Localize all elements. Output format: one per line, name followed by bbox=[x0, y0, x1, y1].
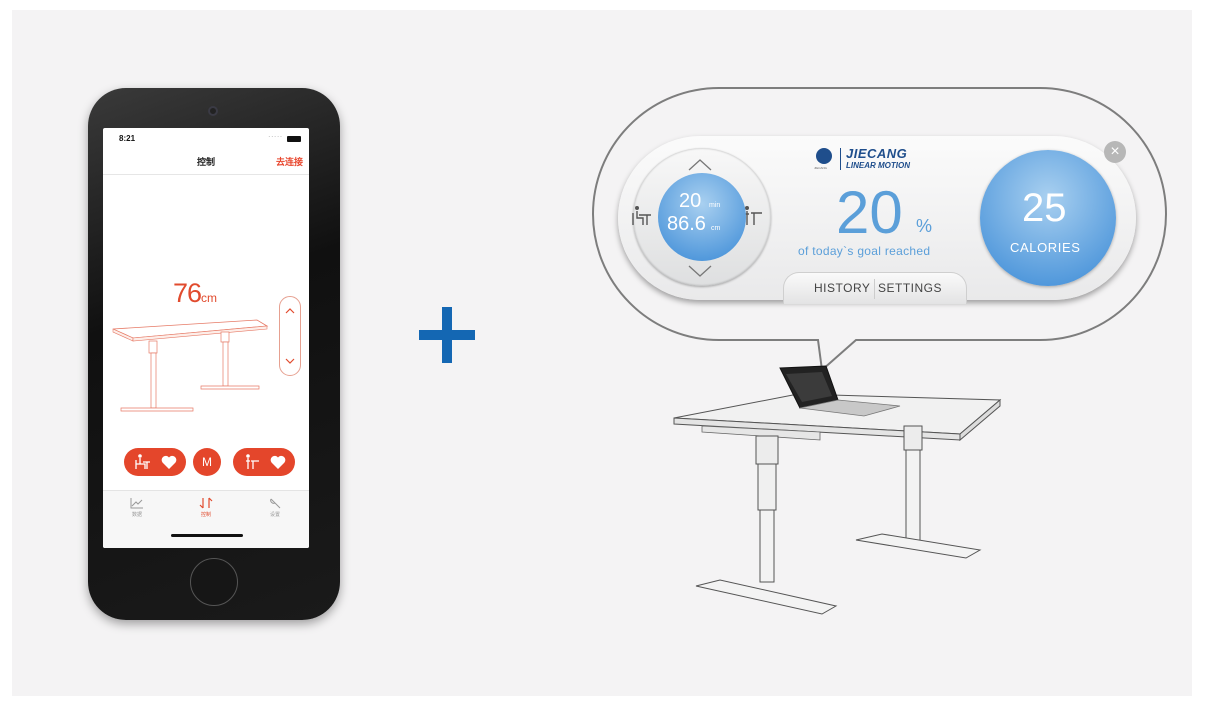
tab-data[interactable]: 数据 bbox=[117, 497, 157, 518]
desk-height-unit: cm bbox=[201, 291, 218, 305]
calories-label: CALORIES bbox=[1010, 240, 1081, 255]
plus-bar-vertical bbox=[442, 307, 452, 363]
tab-bar: 数据 控制 设置 bbox=[103, 490, 309, 548]
history-tab[interactable]: HISTORY bbox=[814, 281, 870, 295]
tab-divider bbox=[874, 279, 875, 299]
dial-height-unit: cm bbox=[711, 225, 721, 232]
brand-divider bbox=[840, 148, 841, 170]
home-indicator bbox=[171, 534, 243, 537]
memory-button[interactable]: M bbox=[193, 448, 221, 476]
phone-device: 8:21 ..... 控制 去连接 76cm M 数据 控制 设置 bbox=[88, 88, 340, 620]
desk-illustration bbox=[112, 319, 269, 412]
camera-icon bbox=[208, 106, 218, 116]
battery-icon bbox=[287, 136, 301, 142]
widget-tabs: HISTORY SETTINGS bbox=[783, 272, 967, 304]
brand-logo-icon bbox=[816, 148, 832, 164]
home-button[interactable] bbox=[190, 558, 238, 606]
connect-button[interactable]: 去连接 bbox=[276, 155, 303, 168]
standing-desk-illustration bbox=[673, 365, 1002, 615]
height-down-button[interactable] bbox=[280, 351, 300, 371]
signal-indicator: ..... bbox=[268, 132, 283, 139]
control-icon bbox=[199, 497, 213, 509]
nav-divider bbox=[103, 174, 309, 175]
tab-settings[interactable]: 设置 bbox=[255, 497, 295, 518]
tab-label: 设置 bbox=[269, 512, 280, 518]
status-time: 8:21 bbox=[119, 134, 136, 143]
chevron-down-icon bbox=[285, 358, 295, 364]
wrench-icon bbox=[270, 498, 281, 509]
stand-favorite-button[interactable] bbox=[233, 448, 295, 476]
heart-icon bbox=[270, 455, 286, 469]
phone-screen: 8:21 ..... 控制 去连接 76cm M 数据 控制 设置 bbox=[103, 128, 309, 548]
sitting-icon[interactable] bbox=[631, 204, 653, 228]
heart-icon bbox=[161, 455, 177, 469]
brand-small-text: JIECANG bbox=[814, 166, 828, 170]
goal-caption: of today`s goal reached bbox=[798, 244, 931, 258]
tab-label: 控制 bbox=[200, 512, 211, 518]
calories-value: 25 bbox=[1022, 186, 1067, 230]
height-up-button[interactable] bbox=[280, 301, 300, 321]
sitting-icon bbox=[135, 454, 150, 469]
settings-tab[interactable]: SETTINGS bbox=[878, 281, 942, 295]
close-button[interactable]: × bbox=[1104, 141, 1126, 163]
sit-favorite-button[interactable] bbox=[124, 448, 186, 476]
height-stepper bbox=[279, 296, 301, 376]
goal-percent-unit: % bbox=[916, 216, 933, 236]
goal-percent-value: 20 bbox=[836, 179, 903, 246]
chevron-down-icon[interactable] bbox=[685, 262, 715, 280]
chevron-up-icon bbox=[285, 308, 295, 314]
tab-label: 数据 bbox=[131, 512, 142, 518]
chart-icon bbox=[130, 498, 143, 509]
standing-icon bbox=[246, 454, 259, 469]
preset-row: M bbox=[103, 448, 309, 476]
chevron-up-icon[interactable] bbox=[685, 156, 715, 174]
dial-height-value: 86.6 bbox=[667, 213, 706, 235]
brand-name: JIECANG bbox=[846, 146, 908, 161]
tab-control[interactable]: 控制 bbox=[186, 497, 226, 518]
sit-time-value: 20 bbox=[679, 190, 702, 212]
plus-icon bbox=[419, 307, 475, 363]
brand-tagline: LINEAR MOTION bbox=[846, 161, 910, 170]
sit-time-unit: min bbox=[709, 202, 721, 209]
